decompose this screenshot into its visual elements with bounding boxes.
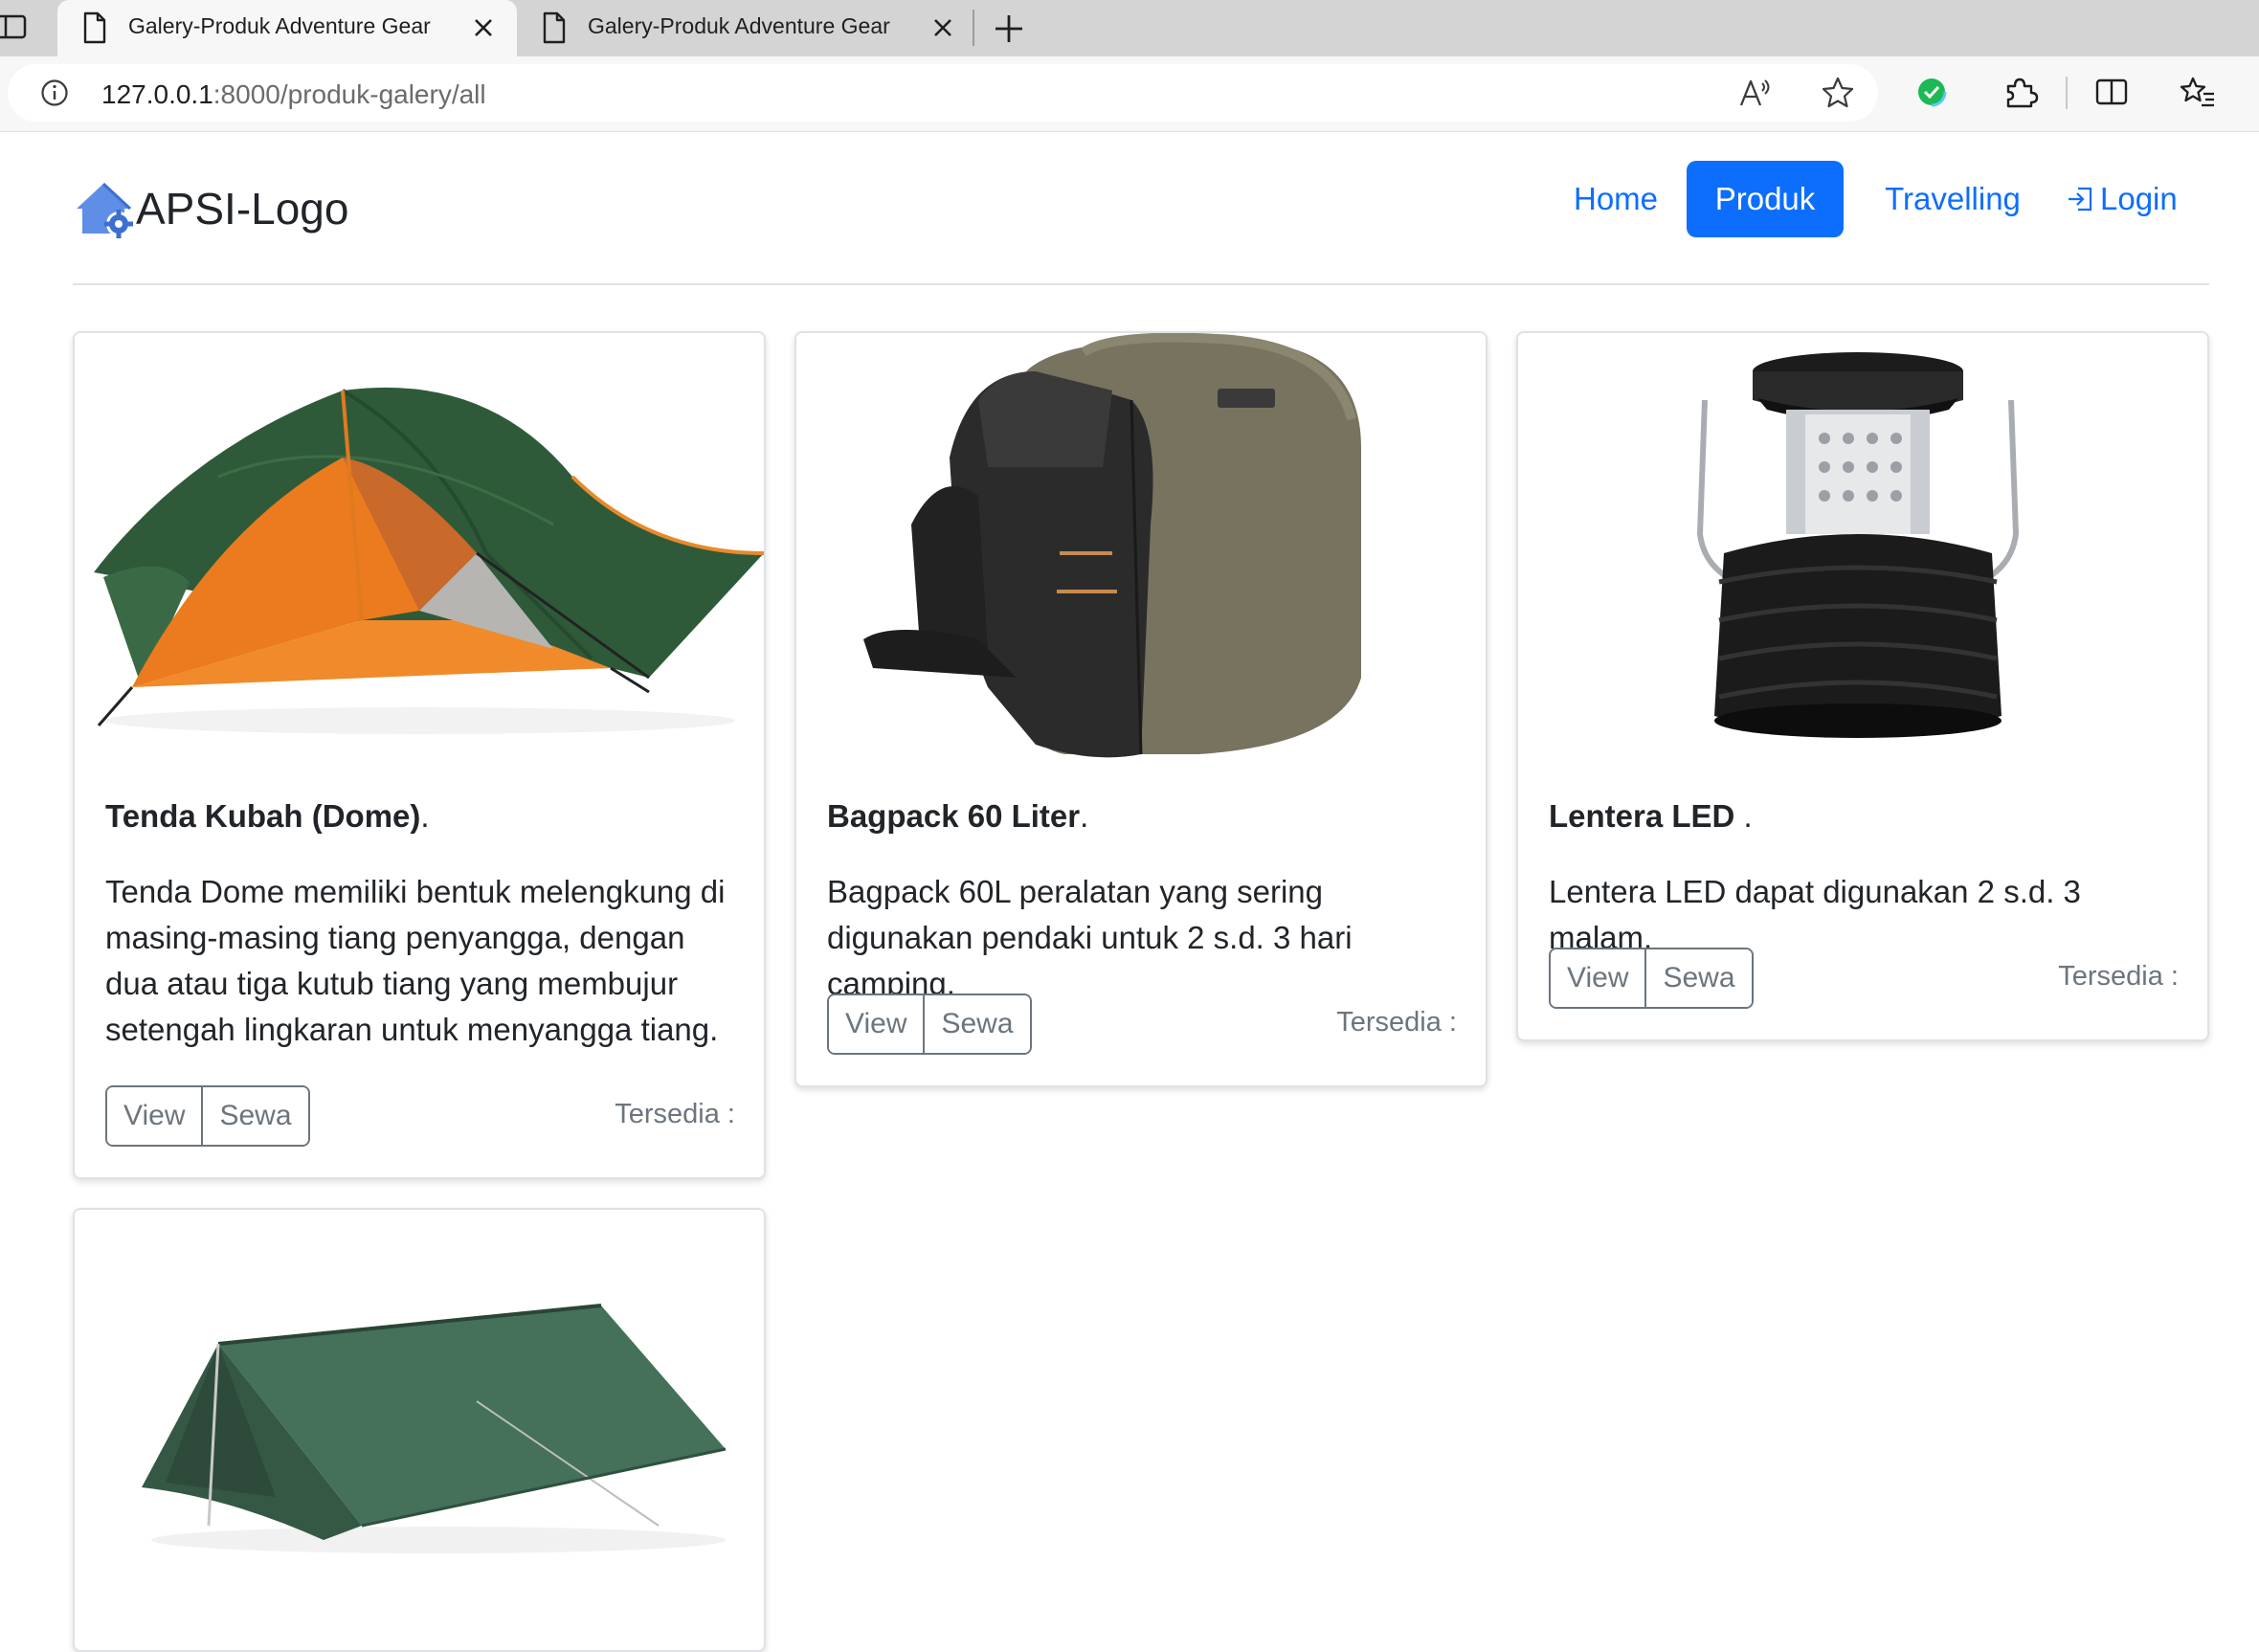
sewa-button[interactable]: Sewa xyxy=(1644,949,1752,1007)
header-divider xyxy=(73,283,2209,285)
product-name: Bagpack 60 Liter xyxy=(827,798,1081,834)
favorites-collection-icon[interactable] xyxy=(2179,73,2217,111)
product-description: Tenda Dome memiliki bentuk melengkung di… xyxy=(105,874,726,1047)
nav-produk-link[interactable]: Produk xyxy=(1687,161,1844,237)
backpack-image xyxy=(796,333,1486,764)
product-card: Lentera LED . Lentera LED dapat digunaka… xyxy=(1516,331,2209,1041)
product-title: Tenda Kubah (Dome). xyxy=(105,798,430,835)
nav-home-link[interactable]: Home xyxy=(1558,161,1673,237)
nav-login-label: Login xyxy=(2100,181,2178,216)
product-title: Lentera LED . xyxy=(1549,798,1753,835)
read-aloud-icon[interactable] xyxy=(1738,78,1773,108)
nav-travelling-link[interactable]: Travelling xyxy=(1867,161,2039,237)
login-icon xyxy=(2069,187,2092,212)
product-name: Tenda Kubah (Dome) xyxy=(105,798,421,834)
browser-tab-inactive[interactable]: Galery-Produk Adventure Gear xyxy=(517,0,976,56)
tab-title: Galery-Produk Adventure Gear xyxy=(588,13,890,38)
extension-icon[interactable] xyxy=(1912,73,1951,111)
sewa-button[interactable]: Sewa xyxy=(923,995,1030,1053)
availability-label: Tersedia : xyxy=(1336,1007,1457,1038)
card-actions: View Sewa xyxy=(105,1085,310,1147)
split-screen-icon[interactable] xyxy=(2092,73,2131,111)
page-document-icon xyxy=(543,11,566,44)
product-name-suffix: . xyxy=(1734,798,1753,834)
product-card: Bagpack 60 Liter. Bagpack 60L peralatan … xyxy=(794,331,1487,1087)
url-path: :8000/produk-galery/all xyxy=(212,79,486,109)
page-document-icon xyxy=(83,11,106,44)
tab-separator xyxy=(973,10,974,46)
availability-label: Tersedia : xyxy=(2058,961,2179,992)
brand[interactable]: APSI-Logo xyxy=(73,178,348,239)
product-card xyxy=(73,1208,766,1652)
nav-login-link[interactable]: Login xyxy=(2066,161,2178,237)
sewa-button[interactable]: Sewa xyxy=(201,1087,308,1145)
product-name-suffix: . xyxy=(420,798,430,834)
ridge-tent-image xyxy=(75,1210,764,1585)
extensions-puzzle-icon[interactable] xyxy=(2001,73,2039,111)
product-title: Bagpack 60 Liter. xyxy=(827,798,1088,835)
dome-tent-image xyxy=(75,333,764,764)
home-gear-logo-icon xyxy=(77,182,133,238)
tab-title: Galery-Produk Adventure Gear xyxy=(128,13,431,38)
new-tab-icon[interactable] xyxy=(990,11,1028,46)
browser-tab-active[interactable]: Galery-Produk Adventure Gear xyxy=(57,0,517,56)
view-button[interactable]: View xyxy=(1551,949,1645,1007)
toolbar-separator xyxy=(2066,77,2068,109)
product-name: Lentera LED xyxy=(1549,798,1735,834)
view-button[interactable]: View xyxy=(107,1087,202,1145)
led-lantern-image xyxy=(1518,333,2207,764)
availability-label: Tersedia : xyxy=(615,1099,735,1129)
product-card: Tenda Kubah (Dome). Tenda Dome memiliki … xyxy=(73,331,766,1179)
product-name-suffix: . xyxy=(1080,798,1089,834)
url-host: 127.0.0.1 xyxy=(101,79,213,109)
close-tab-icon[interactable] xyxy=(471,15,496,40)
site-info-icon[interactable] xyxy=(40,78,69,107)
url-text[interactable]: 127.0.0.1:8000/produk-galery/all xyxy=(101,79,486,110)
brand-name: APSI-Logo xyxy=(136,184,349,234)
address-bar[interactable]: 127.0.0.1:8000/produk-galery/all xyxy=(8,64,1878,122)
close-tab-icon[interactable] xyxy=(930,15,955,40)
tab-actions-icon[interactable] xyxy=(0,13,27,40)
card-actions: View Sewa xyxy=(827,993,1032,1055)
favorite-star-icon[interactable] xyxy=(1821,76,1855,110)
browser-tab-strip: Galery-Produk Adventure Gear Galery-Prod… xyxy=(0,0,2259,56)
product-description: Bagpack 60L peralatan yang sering diguna… xyxy=(827,874,1353,1001)
view-button[interactable]: View xyxy=(829,995,924,1053)
card-actions: View Sewa xyxy=(1549,948,1754,1009)
